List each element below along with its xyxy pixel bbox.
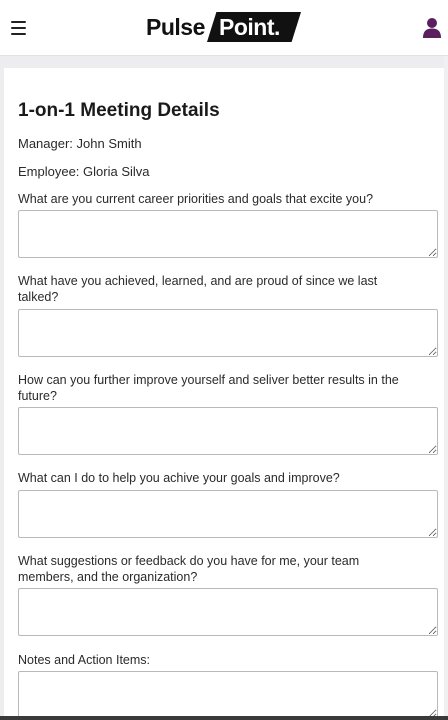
question-5-answer[interactable] [18,588,438,636]
bottom-edge [0,716,448,720]
app-header: Pulse Point. [0,0,448,56]
question-2-answer[interactable] [18,309,438,357]
question-5-label: What suggestions or feedback do you have… [18,554,360,584]
question-1-label: What are you current career priorities a… [18,192,374,206]
pulsepoint-logo[interactable]: Pulse Point. [146,12,302,44]
page-title: 1-on-1 Meeting Details [18,100,220,121]
logo-text-point: Point. [219,14,280,40]
user-profile-icon[interactable] [422,17,442,39]
meeting-details-card: 1-on-1 Meeting Details Manager: John Smi… [4,68,448,720]
question-4-label: What can I do to help you achive your go… [18,471,340,485]
hamburger-menu-icon[interactable] [10,18,30,38]
question-1-answer[interactable] [18,210,438,258]
notes-label: Notes and Action Items: [18,653,151,667]
question-3-answer[interactable] [18,407,438,455]
page-scrollbar[interactable] [444,56,448,720]
question-2-label: What have you achieved, learned, and are… [18,274,378,304]
notes-answer[interactable] [18,671,438,719]
manager-info: Manager: John Smith [18,136,142,151]
question-4-answer[interactable] [18,490,438,538]
question-3-label: How can you further improve yourself and… [18,373,399,403]
logo-text-pulse: Pulse [146,14,205,40]
employee-info: Employee: Gloria Silva [18,164,150,179]
